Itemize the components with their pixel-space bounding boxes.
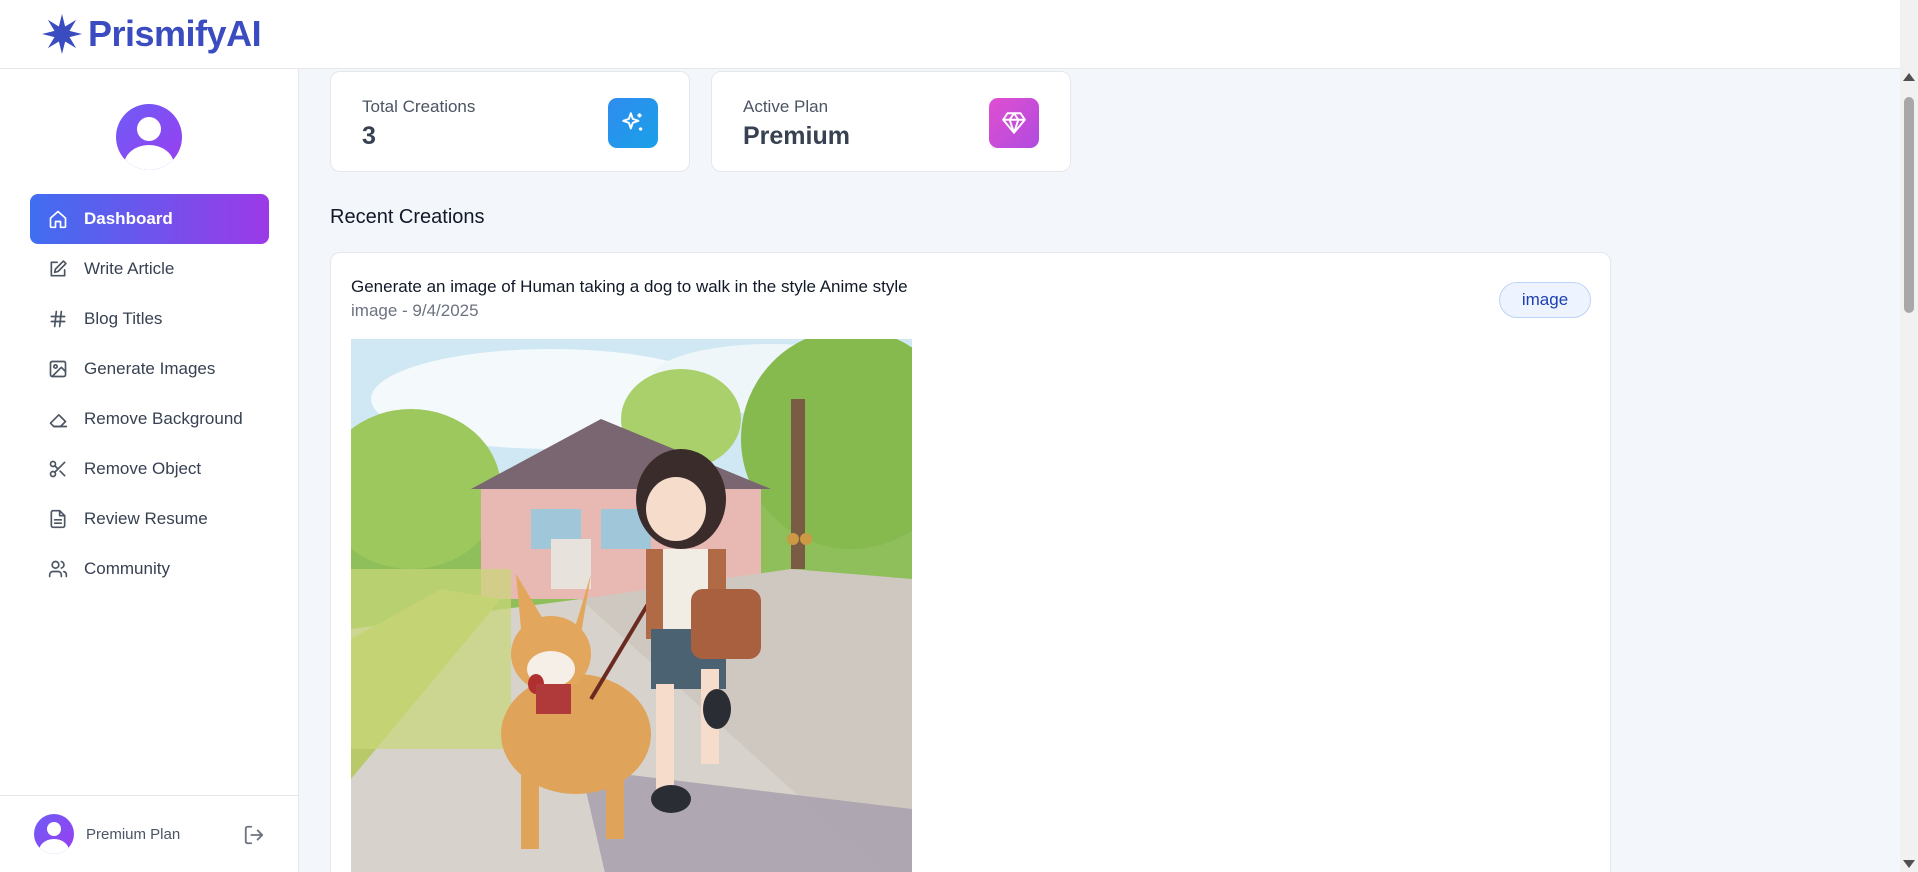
- sidebar-item-dashboard[interactable]: Dashboard: [30, 194, 269, 244]
- plan-label: Premium Plan: [86, 825, 181, 843]
- gem-icon: [989, 98, 1039, 148]
- sidebar-item-review-resume[interactable]: Review Resume: [30, 494, 269, 544]
- scrollbar[interactable]: [1900, 0, 1918, 872]
- sidebar-item-write-article[interactable]: Write Article: [30, 244, 269, 294]
- total-creations-card: Total Creations 3: [330, 71, 690, 172]
- app-name: PrismifyAI: [88, 13, 262, 54]
- image-icon: [48, 359, 68, 379]
- sidebar-item-label: Remove Object: [84, 459, 202, 478]
- sidebar-footer: Premium Plan: [0, 795, 299, 872]
- active-plan-card: Active Plan Premium: [711, 71, 1071, 172]
- logo[interactable]: PrismifyAI: [40, 12, 262, 56]
- logout-icon[interactable]: [243, 824, 265, 846]
- scroll-thumb[interactable]: [1904, 97, 1914, 313]
- scroll-down-arrow-icon[interactable]: [1903, 860, 1915, 868]
- hash-icon: [48, 309, 68, 329]
- stat-label: Total Creations: [362, 97, 476, 116]
- scroll-up-arrow-icon[interactable]: [1903, 73, 1915, 81]
- stat-label: Active Plan: [743, 97, 829, 116]
- home-icon: [48, 209, 68, 229]
- sidebar-item-remove-background[interactable]: Remove Background: [30, 394, 269, 444]
- sidebar-item-label: Community: [84, 559, 170, 578]
- creation-prompt: Generate an image of Human taking a dog …: [351, 277, 908, 296]
- sidebar-item-label: Remove Background: [84, 409, 243, 428]
- user-avatar-small[interactable]: [34, 814, 74, 854]
- main-content: Total Creations 3 Active Plan Premium Re…: [299, 69, 1900, 872]
- sidebar-item-generate-images[interactable]: Generate Images: [30, 344, 269, 394]
- sparkles-icon: [608, 98, 658, 148]
- sidebar-nav: Dashboard Write Article Blog Titles Gene…: [30, 194, 269, 594]
- sidebar-item-blog-titles[interactable]: Blog Titles: [30, 294, 269, 344]
- sidebar-item-label: Write Article: [84, 259, 175, 278]
- file-text-icon: [48, 509, 68, 529]
- top-bar: PrismifyAI: [0, 0, 1900, 69]
- sidebar-item-label: Blog Titles: [84, 309, 163, 328]
- logo-star-icon: [42, 14, 82, 54]
- users-icon: [48, 559, 68, 579]
- recent-creations-title: Recent Creations: [330, 206, 485, 228]
- stat-value: Premium: [743, 122, 850, 150]
- edit-icon: [48, 259, 68, 279]
- creation-image: [351, 339, 912, 872]
- creation-meta: image - 9/4/2025: [351, 301, 479, 320]
- sidebar-item-community[interactable]: Community: [30, 544, 269, 594]
- eraser-icon: [48, 409, 68, 429]
- user-avatar[interactable]: [116, 104, 182, 170]
- scissors-icon: [48, 459, 68, 479]
- sidebar-item-label: Review Resume: [84, 509, 208, 528]
- sidebar-item-label: Generate Images: [84, 359, 216, 378]
- sidebar: Dashboard Write Article Blog Titles Gene…: [0, 69, 299, 872]
- sidebar-item-remove-object[interactable]: Remove Object: [30, 444, 269, 494]
- creation-card[interactable]: Generate an image of Human taking a dog …: [330, 252, 1611, 872]
- creation-type-badge: image: [1499, 282, 1591, 318]
- sidebar-item-label: Dashboard: [84, 209, 173, 228]
- stat-value: 3: [362, 122, 376, 150]
